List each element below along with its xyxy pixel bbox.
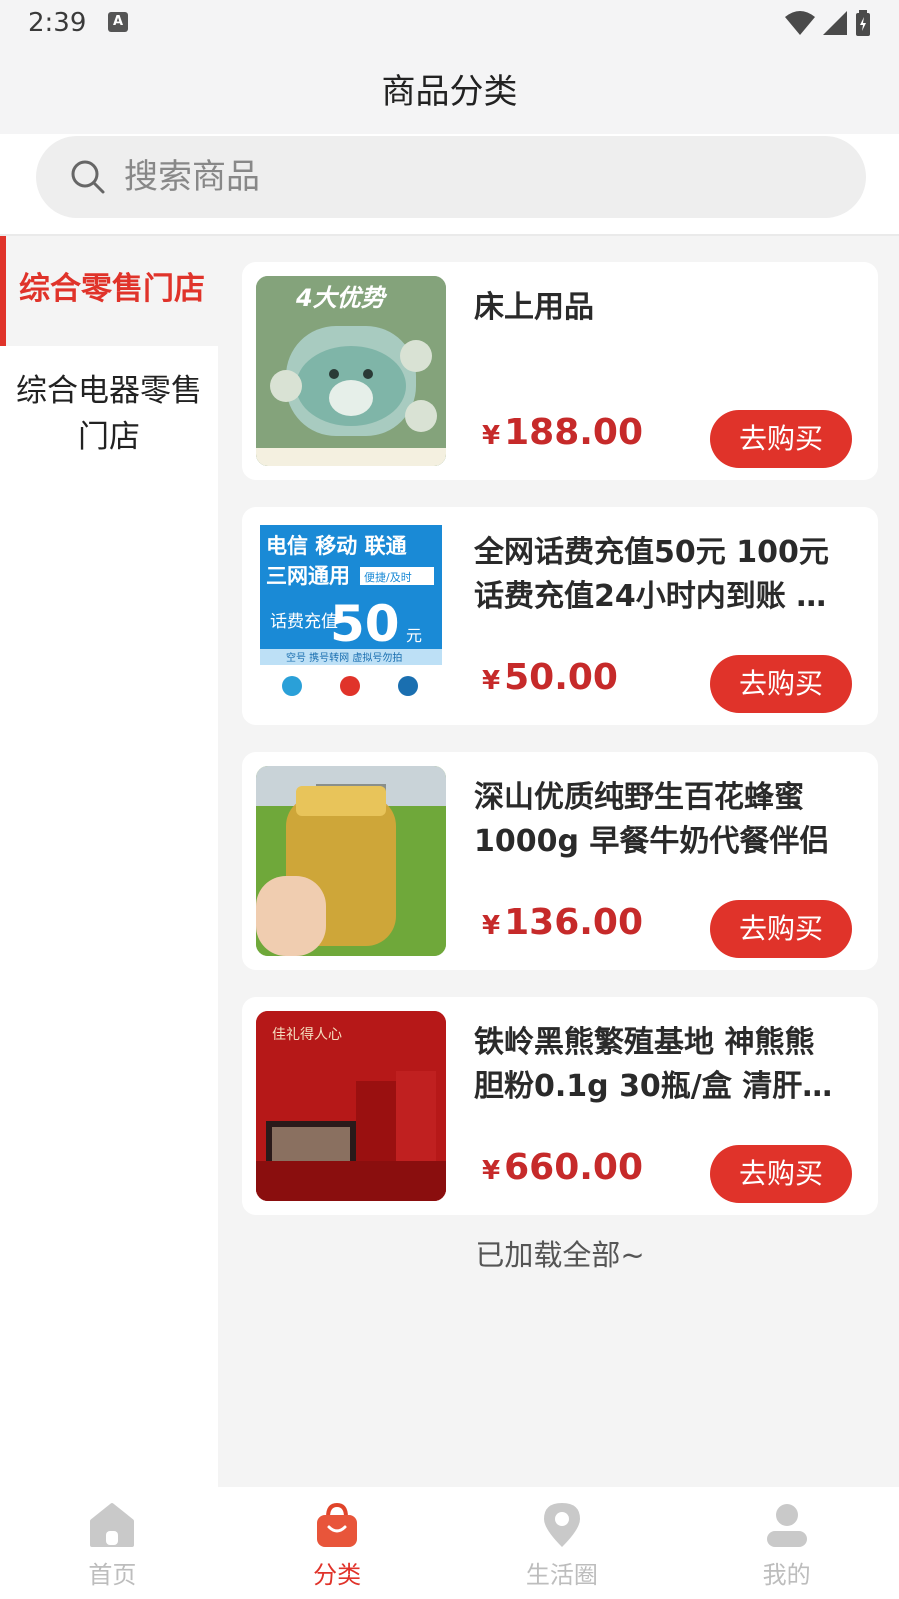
product-card[interactable]: 4大优势 床上用品 ¥188.00 去购买 (242, 262, 878, 480)
product-price: ¥136.00 (482, 902, 643, 943)
buy-button[interactable]: 去购买 (710, 900, 852, 958)
product-title[interactable]: 全网话费充值50元 100元 话费充值24小时内到账 以收… (474, 531, 844, 619)
telecom-logo-icon (398, 676, 418, 696)
sidebar-item-label: 综合电器零售门店 (16, 373, 202, 455)
product-title[interactable]: 铁岭黑熊繁殖基地 神熊熊胆粉0.1g 30瓶/盒 清肝明目 (474, 1021, 844, 1109)
thumb-caption: 4大优势 (295, 284, 388, 312)
status-time: 2:39 (28, 8, 87, 38)
thumb-caption: 佳礼得人心 (272, 1026, 342, 1043)
list-end-message: 已加载全部~ (475, 1238, 645, 1272)
thumb-line1: 电信 移动 联通 (266, 534, 407, 558)
product-price: ¥660.00 (482, 1147, 643, 1188)
tab-label: 生活圈 (525, 1561, 598, 1589)
product-card[interactable]: 佳礼得人心 铁岭黑熊繁殖基地 神熊熊胆粉0.1g 30瓶/盒 清肝明目 ¥660… (242, 997, 878, 1215)
buy-button[interactable]: 去购买 (710, 655, 852, 713)
search-icon (71, 160, 105, 194)
page-title: 商品分类 (0, 50, 899, 134)
product-list: 4大优势 床上用品 ¥188.00 去购买 电信 移动 联通 三网通用 便捷/及… (242, 262, 878, 1242)
buy-button[interactable]: 去购买 (710, 1145, 852, 1203)
price-value: 660.00 (504, 1147, 644, 1188)
thumb-tag: 便捷/及时 (364, 570, 412, 584)
product-card[interactable]: 电信 移动 联通 三网通用 便捷/及时 话费充值 50 元 空号 携号转网 虚拟… (242, 507, 878, 725)
tab-category[interactable]: 分类 (225, 1487, 450, 1599)
product-title[interactable]: 床上用品 (474, 286, 844, 330)
thumb-label: 话费充值 (270, 612, 338, 632)
product-title[interactable]: 深山优质纯野生百花蜂蜜1000g 早餐牛奶代餐伴侣 (474, 776, 844, 864)
currency-symbol: ¥ (482, 421, 501, 451)
product-card[interactable]: 深山优质纯野生百花蜂蜜1000g 早餐牛奶代餐伴侣 ¥136.00 去购买 (242, 752, 878, 970)
bottom-tab-bar: 首页 分类 生活圈 我的 (0, 1487, 899, 1599)
notification-icon: A (108, 12, 128, 32)
tab-home[interactable]: 首页 (0, 1487, 225, 1599)
currency-symbol: ¥ (482, 911, 501, 941)
price-value: 136.00 (504, 902, 644, 943)
thumb-line2: 三网通用 (266, 564, 350, 588)
tab-life-circle[interactable]: 生活圈 (450, 1487, 675, 1599)
currency-symbol: ¥ (482, 666, 501, 696)
tab-label: 首页 (88, 1561, 137, 1589)
currency-symbol: ¥ (482, 1156, 501, 1186)
tab-mine[interactable]: 我的 (674, 1487, 899, 1599)
unicom-logo-icon (340, 676, 360, 696)
search-box[interactable] (36, 136, 866, 218)
wifi-icon (785, 11, 815, 35)
product-image[interactable]: 电信 移动 联通 三网通用 便捷/及时 话费充值 50 元 空号 携号转网 虚拟… (256, 521, 446, 711)
battery-icon (856, 10, 870, 36)
user-icon (766, 1504, 807, 1547)
product-image[interactable]: 佳礼得人心 (256, 1011, 446, 1201)
bag-icon (317, 1502, 358, 1547)
sidebar-item-electrical-store[interactable]: 综合电器零售门店 (0, 346, 218, 466)
product-price: ¥50.00 (482, 657, 618, 698)
product-price: ¥188.00 (482, 412, 643, 453)
status-bar: 2:39 A (0, 0, 899, 50)
tab-label: 分类 (313, 1561, 362, 1589)
location-pin-icon (543, 1503, 580, 1547)
thumb-amount: 50 (330, 595, 400, 653)
thumb-footer: 空号 携号转网 虚拟号勿拍 (286, 651, 402, 664)
mobile-logo-icon (282, 676, 302, 696)
home-icon (90, 1503, 135, 1547)
buy-button[interactable]: 去购买 (710, 410, 852, 468)
status-icons (785, 10, 871, 36)
thumb-unit: 元 (406, 626, 422, 645)
sidebar-item-label: 综合零售门店 (19, 271, 205, 307)
search-input[interactable] (122, 156, 726, 198)
signal-icon (823, 11, 847, 35)
search-bar (0, 134, 899, 236)
sidebar-item-retail-store[interactable]: 综合零售门店 (0, 236, 218, 346)
price-value: 188.00 (504, 412, 644, 453)
tab-label: 我的 (762, 1561, 811, 1589)
price-value: 50.00 (504, 657, 618, 698)
product-image[interactable]: 4大优势 (256, 276, 446, 466)
category-sidebar: 综合零售门店 综合电器零售门店 (0, 236, 218, 1487)
product-image[interactable] (256, 766, 446, 956)
